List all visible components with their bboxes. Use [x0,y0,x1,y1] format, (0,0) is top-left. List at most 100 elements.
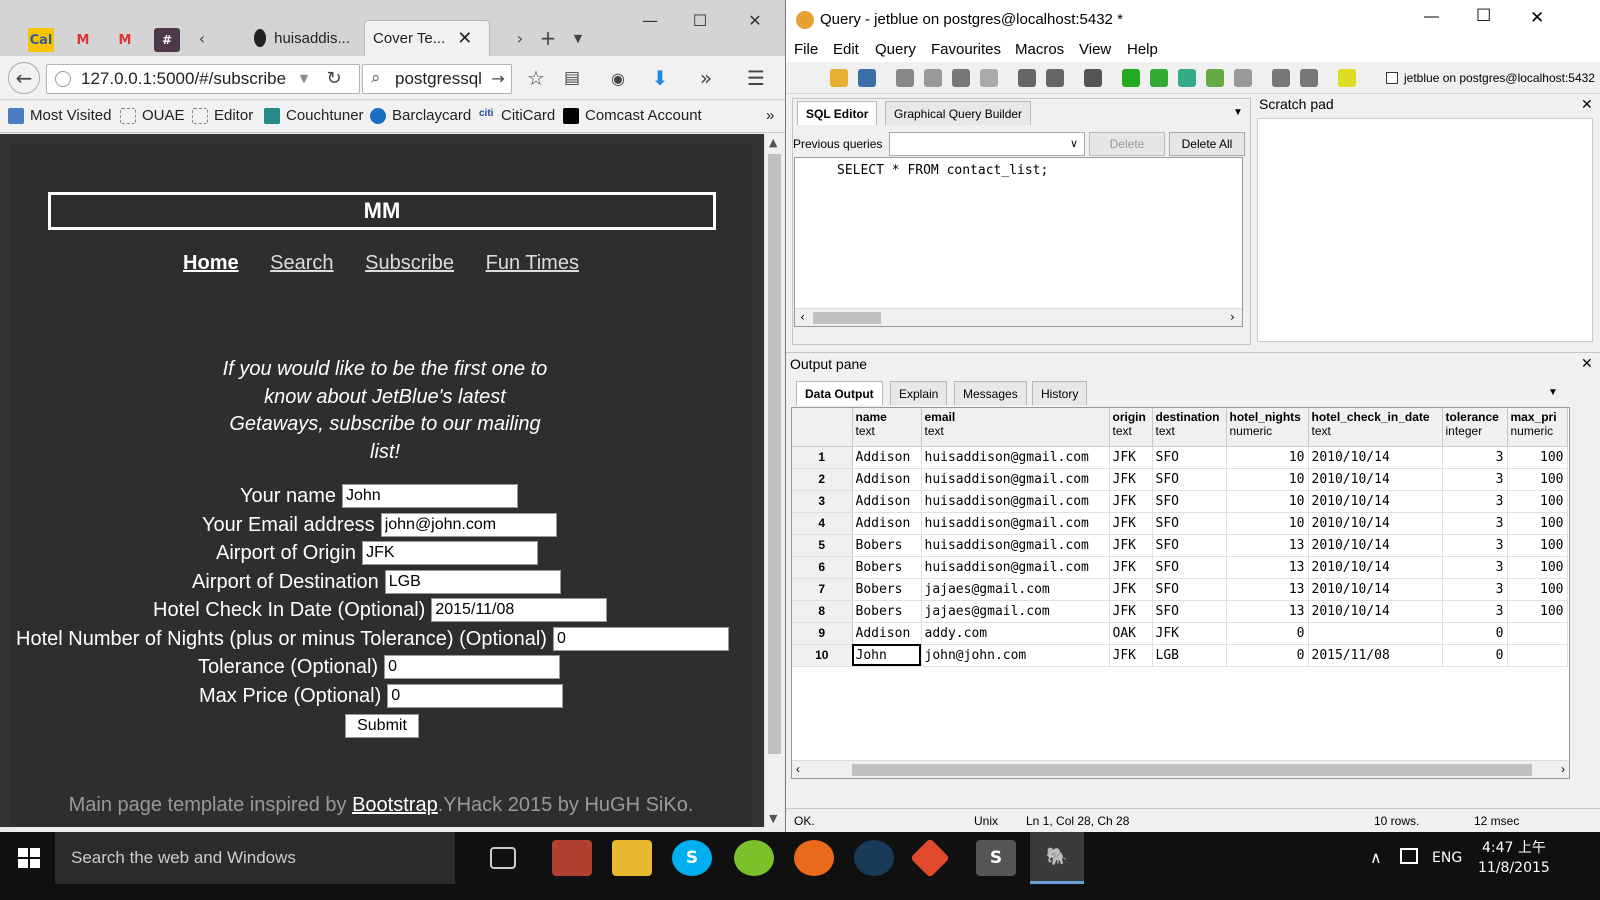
execute-pgscript-icon[interactable] [1150,69,1168,87]
column-header[interactable]: hotel_check_in_date text [1308,408,1443,447]
bookmark-star-icon[interactable]: ☆ [520,62,552,94]
scroll-left-icon[interactable]: ‹ [796,762,800,776]
scroll-right-icon[interactable]: › [1229,310,1236,324]
submit-button[interactable]: Submit [345,714,419,738]
find-icon[interactable] [1084,69,1102,87]
table-cell[interactable]: JFK [1109,578,1153,601]
table-cell[interactable]: SFO [1152,578,1227,601]
table-cell[interactable]: 3 [1442,468,1508,491]
column-header[interactable]: tolerance integer [1442,408,1508,447]
table-cell[interactable] [1308,622,1443,645]
table-row[interactable]: 5 Bobers huisaddison@gmail.com JFK SFO 13 2010… [792,534,1568,557]
cut-icon[interactable] [896,69,914,87]
pocket-icon[interactable]: ◉ [602,62,634,94]
table-cell[interactable] [1507,644,1568,667]
paste-icon[interactable] [952,69,970,87]
table-cell[interactable]: john@john.com [921,644,1110,667]
table-cell[interactable]: JFK [1109,512,1153,535]
rollback-icon[interactable] [1300,69,1318,87]
table-row[interactable]: 1 Addison huisaddison@gmail.com JFK SFO 10 201… [792,446,1568,469]
output-dropdown-icon[interactable]: ▼ [1548,387,1558,398]
skype-icon[interactable]: S [672,840,712,876]
bookmark-couchtuner[interactable]: Couchtuner [264,107,364,124]
help-icon[interactable] [1338,69,1356,87]
table-cell[interactable]: 2010/10/14 [1308,446,1443,469]
table-cell[interactable]: JFK [1109,556,1153,579]
search-go-icon[interactable]: → [482,62,514,94]
game-app-icon[interactable] [552,840,592,876]
scratch-textarea[interactable] [1257,118,1593,342]
table-cell[interactable]: huisaddison@gmail.com [921,556,1110,579]
tab-sql-editor[interactable]: SQL Editor [797,101,878,125]
notification-icon[interactable] [1400,848,1418,864]
table-cell[interactable]: Bobers [852,578,922,601]
bookmarks-overflow-icon[interactable]: » [766,107,774,124]
editor-hscroll[interactable]: ‹ › [795,308,1242,326]
table-cell[interactable]: 13 [1226,556,1309,579]
table-cell[interactable]: SFO [1152,490,1227,513]
table-cell[interactable]: 100 [1507,490,1568,513]
clock[interactable]: 4:47 上午 11/8/2015 [1478,838,1550,878]
table-row[interactable]: 9 Addison addy.com OAK JFK 0 0 [792,622,1568,645]
table-cell[interactable]: 0 [1226,644,1309,667]
table-cell[interactable] [1507,622,1568,645]
git-icon[interactable] [910,838,950,878]
row-number[interactable]: 4 [792,512,853,535]
table-cell[interactable]: JFK [1109,446,1153,469]
table-cell[interactable]: JFK [1109,490,1153,513]
table-cell[interactable]: SFO [1152,556,1227,579]
back-button[interactable]: ← [8,62,40,94]
copy-icon[interactable] [924,69,942,87]
table-cell[interactable]: JFK [1109,600,1153,623]
delete-button[interactable]: Delete [1089,132,1165,156]
table-cell[interactable]: Addison [852,446,922,469]
explain-icon[interactable] [1206,69,1224,87]
cal-icon[interactable]: Cal [28,28,54,52]
bookmark-barclaycard[interactable]: Barclaycard [370,107,471,124]
download-icon[interactable]: ⬇ [644,62,676,94]
menu-macros[interactable]: Macros [1015,41,1064,58]
bookmark-ouae[interactable]: OUAE [120,107,185,124]
table-cell[interactable]: 2010/10/14 [1308,534,1443,557]
table-cell[interactable]: huisaddison@gmail.com [921,468,1110,491]
table-row[interactable]: 6 Bobers huisaddison@gmail.com JFK SFO 13 2010… [792,556,1568,579]
table-cell[interactable]: jajaes@gmail.com [921,578,1110,601]
row-number[interactable]: 8 [792,600,853,623]
menu-favourites[interactable]: Favourites [931,41,1001,58]
tray-chevron-icon[interactable]: ∧ [1370,848,1382,867]
gmail-icon[interactable]: M [70,28,96,52]
connection-select[interactable]: jetblue on postgres@localhost:5432 [1386,67,1600,89]
table-cell[interactable]: LGB [1152,644,1227,667]
table-cell[interactable]: John [852,644,922,667]
table-cell[interactable]: huisaddison@gmail.com [921,512,1110,535]
table-cell[interactable]: 13 [1226,578,1309,601]
table-cell[interactable]: 100 [1507,556,1568,579]
table-cell[interactable]: JFK [1109,644,1153,667]
table-cell[interactable]: 0 [1226,622,1309,645]
new-tab-icon[interactable]: + [532,22,564,54]
pgadmin-app-icon[interactable]: 🐘 [1030,832,1084,884]
tab-messages[interactable]: Messages [954,381,1027,405]
tab-github[interactable]: huisaddis... [246,20,358,56]
close-window-icon[interactable]: ✕ [1530,8,1544,28]
tab-list-icon[interactable]: ▼ [562,22,594,54]
close-window-icon[interactable]: ✕ [735,8,775,32]
delete-all-button[interactable]: Delete All [1169,132,1245,156]
table-cell[interactable]: Bobers [852,556,922,579]
maximize-icon[interactable]: ☐ [680,8,720,32]
overflow-icon[interactable]: » [690,62,722,94]
table-cell[interactable]: 13 [1226,534,1309,557]
tab-history[interactable]: History [1032,381,1088,405]
sublime-icon[interactable]: S [976,840,1016,876]
nav-fun-times[interactable]: Fun Times [486,252,579,274]
destination-input[interactable] [384,570,561,594]
table-cell[interactable]: 3 [1442,490,1508,513]
table-cell[interactable]: JFK [1152,622,1227,645]
scroll-thumb[interactable] [813,312,881,324]
bookmark-comcast[interactable]: Comcast Account [563,107,702,124]
column-header[interactable]: name text [852,408,922,447]
row-number[interactable]: 6 [792,556,853,579]
row-number[interactable]: 7 [792,578,853,601]
menu-file[interactable]: File [794,41,818,58]
table-cell[interactable]: huisaddison@gmail.com [921,490,1110,513]
